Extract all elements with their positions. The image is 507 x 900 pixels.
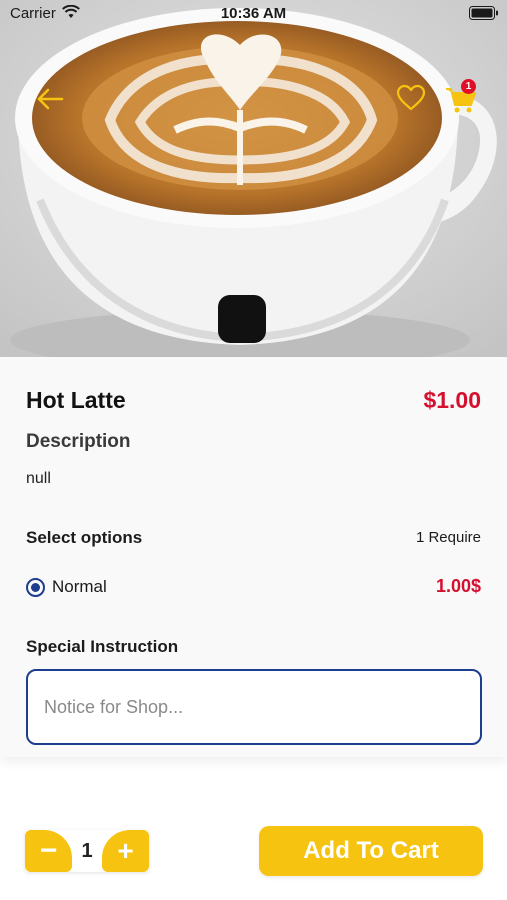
options-heading: Select options [26,528,143,547]
image-indicator [218,295,266,343]
option-price: 1.00$ [435,576,481,596]
special-instruction-heading: Special Instruction [26,637,179,656]
product-title: Hot Latte [26,387,126,413]
back-button[interactable] [34,85,66,113]
increase-quantity-button[interactable]: + [102,830,149,872]
description-heading: Description [26,431,131,452]
special-instruction-input[interactable] [26,669,482,745]
add-to-cart-button[interactable]: Add To Cart [259,826,483,876]
product-details-card: Hot Latte $1.00 Description null Select … [0,357,507,757]
radio-selected-icon[interactable] [26,578,45,597]
favorite-button[interactable] [396,84,426,112]
decrease-quantity-button[interactable]: − [25,830,72,872]
arrow-left-icon [37,88,64,110]
clock-label: 10:36 AM [220,5,287,22]
battery-icon [469,6,498,20]
quantity-stepper: − 1 + [25,830,149,872]
product-price: $1.00 [423,387,481,413]
status-bar: Carrier 10:36 AM [0,0,507,28]
option-normal[interactable]: Normal 1.00$ [26,576,481,600]
options-requirement: 1 Require [415,529,481,546]
quantity-value: 1 [81,839,93,862]
cart-button[interactable]: 1 [444,79,478,114]
option-label: Normal [52,577,107,596]
product-detail-screen: Carrier 10:36 AM 1 Hot Latte $1.00 Descr… [0,0,507,900]
heart-outline-icon [396,84,426,111]
product-hero-image: Carrier 10:36 AM 1 [0,0,507,357]
description-text: null [26,470,51,487]
cart-count-badge: 1 [461,79,476,94]
